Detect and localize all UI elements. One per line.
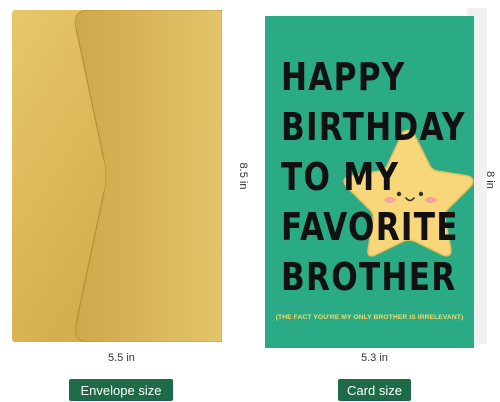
envelope-image xyxy=(12,10,222,342)
headline-line: BIRTHDAY xyxy=(281,105,466,149)
card-size-tag: Card size xyxy=(338,379,411,401)
envelope-size-tag: Envelope size xyxy=(69,379,173,401)
envelope-width-label: 5.5 in xyxy=(108,352,135,364)
headline-line: FAVORITE xyxy=(281,205,459,249)
headline-line: BROTHER xyxy=(281,255,457,299)
card-subline: (THE FACT YOU'RE MY ONLY BROTHER IS IRRE… xyxy=(275,314,464,321)
envelope-height-label: 8.5 in xyxy=(237,162,249,190)
greeting-card: HAPPY BIRTHDAY TO MY FAVORITE BROTHER (T… xyxy=(265,8,487,348)
card-height-label: 8 in xyxy=(484,171,496,189)
card-width-label: 5.3 in xyxy=(361,352,388,364)
headline-line: TO MY xyxy=(281,155,400,199)
card-headline: HAPPY BIRTHDAY TO MY FAVORITE BROTHER xyxy=(281,55,466,308)
card-front: HAPPY BIRTHDAY TO MY FAVORITE BROTHER (T… xyxy=(265,16,474,348)
headline-line: HAPPY xyxy=(281,55,406,99)
